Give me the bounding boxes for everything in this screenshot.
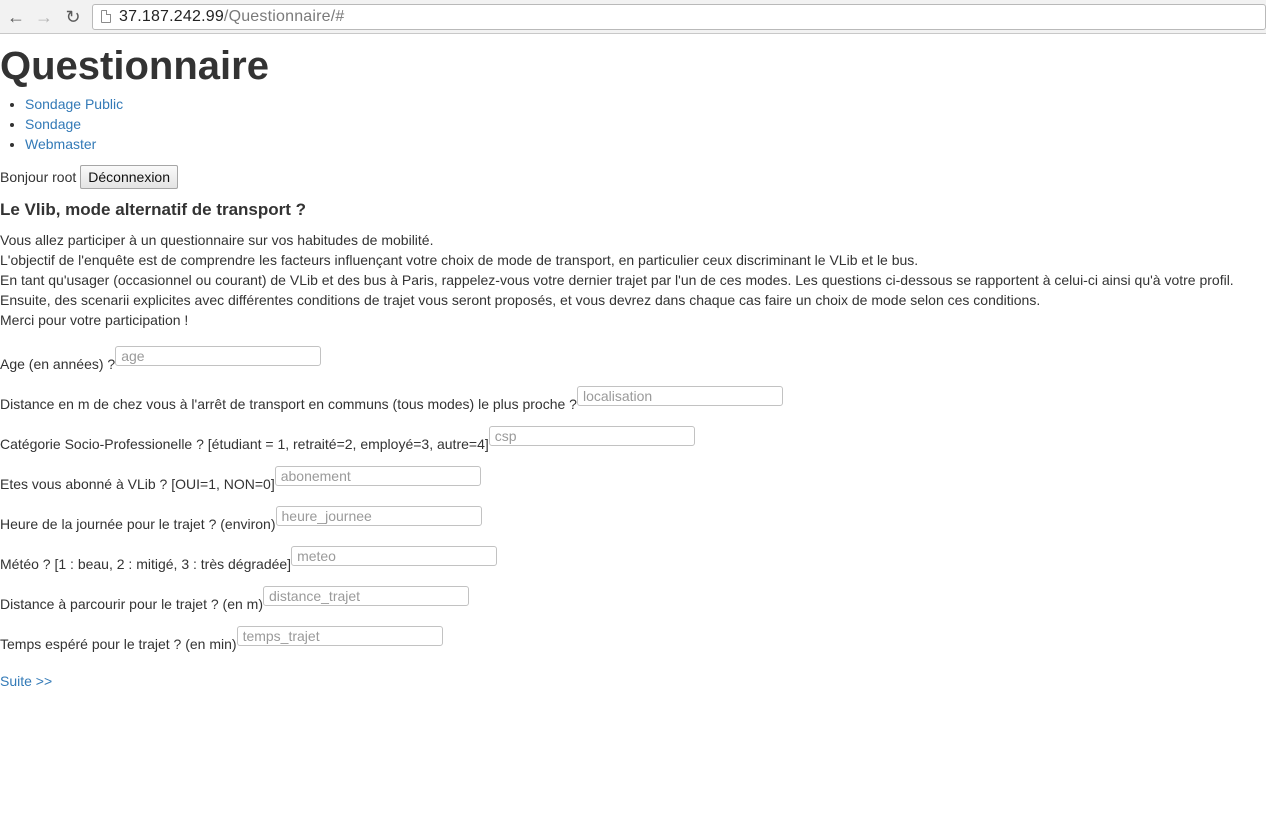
nav-item: Webmaster: [25, 134, 123, 154]
url-path: /Questionnaire/#: [223, 8, 345, 25]
question-label: Distance en m de chez vous à l'arrêt de …: [0, 396, 577, 412]
question-label: Heure de la journée pour le trajet ? (en…: [0, 516, 276, 532]
reload-icon[interactable]: ↻: [62, 6, 84, 28]
abonement-input[interactable]: [274, 466, 481, 486]
next-link[interactable]: Suite >>: [0, 672, 52, 690]
csp-input[interactable]: [488, 426, 695, 446]
question-localisation: Distance en m de chez vous à l'arrêt de …: [0, 386, 783, 412]
nav-item: Sondage: [25, 114, 123, 134]
temps-trajet-input[interactable]: [236, 626, 443, 646]
question-label: Distance à parcourir pour le trajet ? (e…: [0, 596, 263, 612]
survey-title: Le Vlib, mode alternatif de transport ?: [0, 200, 307, 219]
intro-line: Ensuite, des scenarii explicites avec di…: [0, 292, 1041, 308]
question-temps-trajet: Temps espéré pour le trajet ? (en min): [0, 626, 443, 652]
question-age: Age (en années) ?: [0, 346, 322, 372]
question-abonement: Etes vous abonné à VLib ? [OUI=1, NON=0]: [0, 466, 481, 492]
intro-line: L'objectif de l'enquête est de comprendr…: [0, 252, 919, 268]
question-label: Etes vous abonné à VLib ? [OUI=1, NON=0]: [0, 476, 275, 492]
logout-button[interactable]: Déconnexion: [80, 165, 179, 189]
question-label: Météo ? [1 : beau, 2 : mitigé, 3 : très …: [0, 556, 292, 572]
forward-arrow-icon[interactable]: →: [33, 6, 55, 28]
question-distance-trajet: Distance à parcourir pour le trajet ? (e…: [0, 586, 469, 612]
nav-link-webmaster[interactable]: Webmaster: [25, 136, 96, 152]
intro-line: En tant qu'usager (occasionnel ou couran…: [0, 272, 1234, 288]
nav-link-sondage[interactable]: Sondage: [25, 116, 81, 132]
url-host: 37.187.242.99: [119, 8, 224, 25]
question-label: Temps espéré pour le trajet ? (en min): [0, 636, 237, 652]
question-csp: Catégorie Socio-Professionelle ? [étudia…: [0, 426, 695, 452]
nav-link-sondage-public[interactable]: Sondage Public: [25, 96, 123, 112]
survey-intro: Vous allez participer à un questionnaire…: [0, 230, 1266, 330]
localisation-input[interactable]: [576, 386, 783, 406]
question-label: Catégorie Socio-Professionelle ? [étudia…: [0, 436, 489, 452]
heure-journee-input[interactable]: [275, 506, 482, 526]
question-heure-journee: Heure de la journée pour le trajet ? (en…: [0, 506, 482, 532]
question-meteo: Météo ? [1 : beau, 2 : mitigé, 3 : très …: [0, 546, 498, 572]
nav-item: Sondage Public: [25, 94, 123, 114]
page-icon: [101, 10, 111, 23]
url-text[interactable]: 37.187.242.99/Questionnaire/#: [119, 8, 345, 26]
browser-toolbar: ← → ↻ 37.187.242.99/Questionnaire/#: [0, 0, 1266, 34]
intro-line: Vous allez participer à un questionnaire…: [0, 232, 434, 248]
distance-trajet-input[interactable]: [263, 586, 469, 606]
back-arrow-icon[interactable]: ←: [5, 6, 27, 28]
question-label: Age (en années) ?: [0, 356, 116, 372]
nav-list: Sondage Public Sondage Webmaster: [0, 94, 123, 154]
age-input[interactable]: [115, 346, 322, 366]
address-bar[interactable]: 37.187.242.99/Questionnaire/#: [92, 4, 1266, 30]
intro-line: Merci pour votre participation !: [0, 312, 189, 328]
greeting-text: Bonjour root: [0, 169, 77, 185]
meteo-input[interactable]: [291, 546, 498, 566]
user-greeting-row: Bonjour root Déconnexion: [0, 165, 179, 189]
page-title: Questionnaire: [0, 44, 269, 88]
